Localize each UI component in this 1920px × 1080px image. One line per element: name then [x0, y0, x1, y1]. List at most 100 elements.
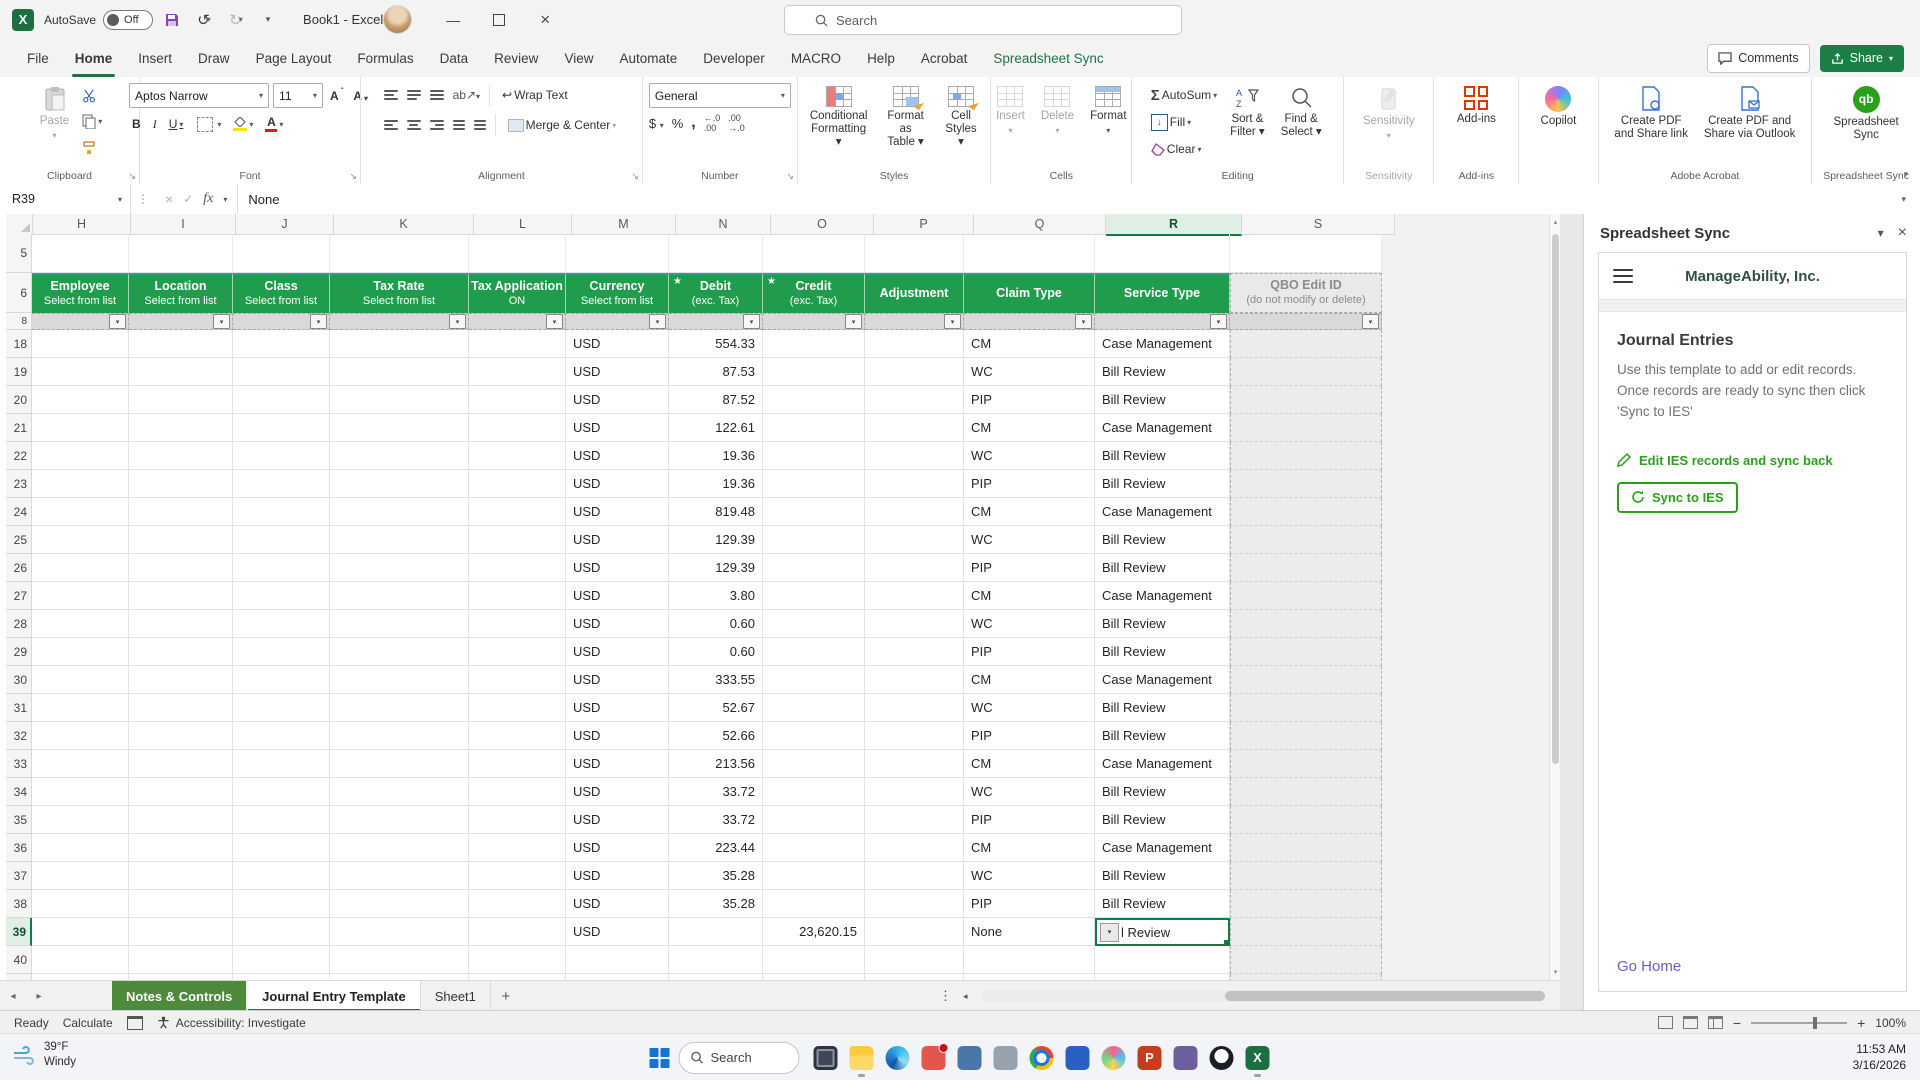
cell-J31[interactable] [233, 694, 330, 722]
share-button[interactable]: Share ▾ [1819, 44, 1904, 72]
cell-Q27[interactable]: CM [964, 582, 1095, 610]
expand-formula-bar-icon[interactable]: ▾ [1901, 194, 1920, 205]
cell-K19[interactable] [330, 358, 469, 386]
cell-Q37[interactable]: WC [964, 862, 1095, 890]
cell-O36[interactable] [763, 834, 865, 862]
row-header-8[interactable]: 8 [6, 313, 32, 330]
cell-Q35[interactable]: PIP [964, 806, 1095, 834]
align-middle-button[interactable] [406, 90, 421, 100]
cell-N19[interactable]: 87.53 [669, 358, 763, 386]
cell-H25[interactable] [32, 526, 129, 554]
cell-N28[interactable]: 0.60 [669, 610, 763, 638]
cell-N21[interactable]: 122.61 [669, 414, 763, 442]
cell-O24[interactable] [763, 498, 865, 526]
filter-dropdown-icon[interactable]: ▾ [1075, 314, 1092, 329]
zoom-slider[interactable] [1751, 1016, 1848, 1029]
zoom-out-button[interactable]: − [1733, 1015, 1741, 1031]
cell-O5[interactable] [763, 234, 865, 273]
row-header-33[interactable]: 33 [6, 750, 32, 778]
formula-input[interactable]: None [238, 192, 1901, 207]
cell-J23[interactable] [233, 470, 330, 498]
row-header-26[interactable]: 26 [6, 554, 32, 582]
cell-O34[interactable] [763, 778, 865, 806]
column-header-M[interactable]: M [572, 214, 676, 235]
merge-center-button[interactable]: Merge & Center ▾ [505, 113, 620, 137]
settings-app-icon[interactable] [993, 1045, 1019, 1071]
row-header-27[interactable]: 27 [6, 582, 32, 610]
titlebar-search-box[interactable]: Search [784, 5, 1182, 35]
filter-dropdown-icon[interactable]: ▾ [743, 314, 760, 329]
cell-J19[interactable] [233, 358, 330, 386]
cell-P28[interactable] [865, 610, 964, 638]
cell-L36[interactable] [469, 834, 566, 862]
cell-R24[interactable]: Case Management [1095, 498, 1230, 526]
cell-L32[interactable] [469, 722, 566, 750]
cell-P37[interactable] [865, 862, 964, 890]
underline-button[interactable]: U ▾ [166, 112, 187, 136]
cell-I27[interactable] [129, 582, 233, 610]
cell-H32[interactable] [32, 722, 129, 750]
cell-L30[interactable] [469, 666, 566, 694]
cell-M30[interactable]: USD [566, 666, 669, 694]
filter-dropdown-icon[interactable]: ▾ [1362, 314, 1379, 329]
cell-S40[interactable] [1230, 946, 1382, 974]
cell-H33[interactable] [32, 750, 129, 778]
ribbon-tab-acrobat[interactable]: Acrobat [908, 39, 981, 77]
cell-P29[interactable] [865, 638, 964, 666]
cell-Q5[interactable] [964, 234, 1095, 273]
cell-J27[interactable] [233, 582, 330, 610]
cell-Q33[interactable]: CM [964, 750, 1095, 778]
column-header-Q[interactable]: Q [974, 214, 1106, 235]
cell-J39[interactable] [233, 918, 330, 946]
cell-O33[interactable] [763, 750, 865, 778]
user-avatar[interactable] [383, 5, 413, 34]
cell-R38[interactable]: Bill Review [1095, 890, 1230, 918]
in-cell-dropdown-icon[interactable]: ▾ [1100, 922, 1119, 942]
cell-I23[interactable] [129, 470, 233, 498]
cell-S22[interactable] [1230, 442, 1382, 470]
cell-K24[interactable] [330, 498, 469, 526]
cell-M35[interactable]: USD [566, 806, 669, 834]
cancel-formula-icon[interactable]: × [165, 191, 173, 207]
cell-S23[interactable] [1230, 470, 1382, 498]
row-header-23[interactable]: 23 [6, 470, 32, 498]
cell-M23[interactable]: USD [566, 470, 669, 498]
row-header-18[interactable]: 18 [6, 330, 32, 358]
sort-filter-button[interactable]: AZ Sort & Filter ▾ [1224, 83, 1271, 142]
cell-I21[interactable] [129, 414, 233, 442]
cell-P31[interactable] [865, 694, 964, 722]
cell-M20[interactable]: USD [566, 386, 669, 414]
cell-P18[interactable] [865, 330, 964, 358]
increase-font-button[interactable]: Aˆ [327, 84, 346, 108]
purple-app-icon[interactable] [1173, 1045, 1199, 1071]
cell-P27[interactable] [865, 582, 964, 610]
cell-I20[interactable] [129, 386, 233, 414]
dialog-launcher-icon[interactable]: ↘ [631, 171, 639, 182]
cell-L34[interactable] [469, 778, 566, 806]
cell-I30[interactable] [129, 666, 233, 694]
cell-Q28[interactable]: WC [964, 610, 1095, 638]
cell-Q34[interactable]: WC [964, 778, 1095, 806]
cell-S21[interactable] [1230, 414, 1382, 442]
cell-S39[interactable] [1230, 918, 1382, 946]
cell-H36[interactable] [32, 834, 129, 862]
spreadsheet-sync-button[interactable]: qb Spreadsheet Sync [1828, 83, 1905, 145]
filter-dropdown-icon[interactable]: ▾ [1210, 314, 1227, 329]
cell-N35[interactable]: 33.72 [669, 806, 763, 834]
cell-O31[interactable] [763, 694, 865, 722]
row-header-37[interactable]: 37 [6, 862, 32, 890]
cell-K38[interactable] [330, 890, 469, 918]
cell-N38[interactable]: 35.28 [669, 890, 763, 918]
delete-cells-button[interactable]: Delete ▾ [1035, 83, 1080, 138]
find-select-button[interactable]: Find & Select ▾ [1275, 83, 1328, 142]
sheet-tab-journal-entry-template[interactable]: Journal Entry Template [248, 981, 421, 1011]
cell-R25[interactable]: Bill Review [1095, 526, 1230, 554]
cell-L19[interactable] [469, 358, 566, 386]
column-header-P[interactable]: P [874, 214, 974, 235]
cell-K35[interactable] [330, 806, 469, 834]
cell-R26[interactable]: Bill Review [1095, 554, 1230, 582]
taskbar-clock[interactable]: 11:53 AM 3/16/2026 [1853, 1041, 1906, 1073]
cell-L20[interactable] [469, 386, 566, 414]
paste-button[interactable]: Paste ▾ [34, 83, 75, 143]
cell-P34[interactable] [865, 778, 964, 806]
